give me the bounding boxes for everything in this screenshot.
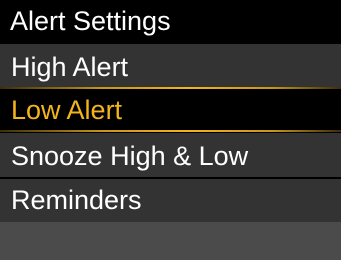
menu-item-label: Low Alert <box>11 95 123 125</box>
menu-item-label: High Alert <box>11 52 129 82</box>
title-bar: Alert Settings <box>0 0 341 44</box>
menu-item-reminders[interactable]: Reminders <box>0 179 341 222</box>
menu-item-label: Snooze High & Low <box>11 141 249 171</box>
menu-item-snooze-high-low[interactable]: Snooze High & Low <box>0 133 341 178</box>
menu-item-high-alert[interactable]: High Alert <box>0 44 341 89</box>
selection-highlight-bottom <box>0 130 341 132</box>
empty-menu-area <box>0 222 341 260</box>
selection-highlight-top <box>0 87 341 89</box>
page-title: Alert Settings <box>10 6 171 36</box>
menu-item-low-alert[interactable]: Low Alert <box>0 87 341 132</box>
menu-item-label: Reminders <box>11 185 142 215</box>
device-screen: Alert Settings High Alert Low Alert Snoo… <box>0 0 341 260</box>
